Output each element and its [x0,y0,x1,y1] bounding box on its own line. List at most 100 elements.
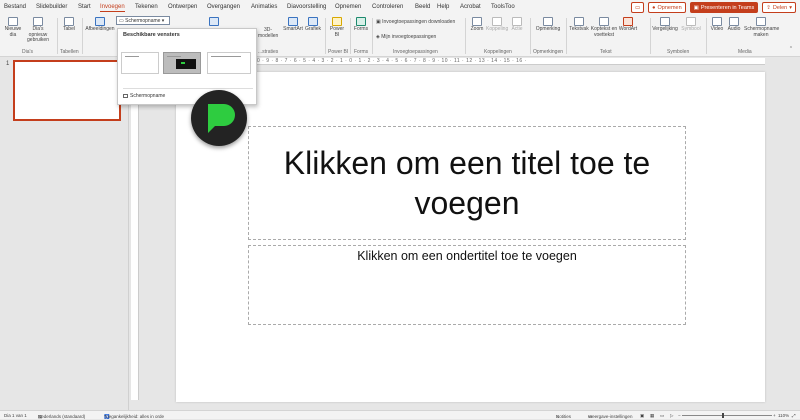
screen-clipping-icon [123,94,128,98]
comment-button[interactable]: ▭ [630,2,645,13]
power-bi-button[interactable]: Power BI [328,17,346,38]
tab-controleren[interactable]: Controleren [372,4,403,10]
notes-label: Notities [556,414,572,419]
wordart-label: WordArt [618,26,638,32]
symbol-label: Symbool [681,26,701,32]
slide-canvas[interactable]: Klikken om een titel toe te voegen Klikk… [176,72,765,402]
available-windows-header: Beschikbare vensters [123,32,180,38]
group-label-dias: Dia's [22,49,33,55]
chart-button[interactable]: Grafiek [304,17,322,33]
window-thumbnail[interactable] [121,52,159,74]
tab-tekenen[interactable]: Tekenen [135,4,158,10]
action-button[interactable]: Actie [509,17,525,33]
link-button[interactable]: Koppeling [486,17,508,33]
group-divider [325,18,326,54]
symbol-button[interactable]: Symbool [680,17,702,33]
chevron-up-icon: ⌃ [788,46,794,52]
forms-label: Forms [353,26,369,32]
group-label-forms: Forms [354,49,369,55]
chart-label: Grafiek [304,26,322,32]
reuse-slides-label: Dia's opnieuw gebruiken [27,26,49,43]
zoom-slider-thumb[interactable] [722,413,724,418]
smartart-label: SmartArt [283,26,303,32]
new-slide-icon [8,17,18,26]
slide-sorter-icon[interactable]: ▦ [650,413,654,419]
zoom-slider[interactable] [682,413,772,418]
title-placeholder[interactable]: Klikken om een titel toe te voegen [248,126,686,240]
tab-acrobat[interactable]: Acrobat [460,4,481,10]
screen-recording-label: Schermopname maken [744,26,780,38]
tab-invoegen[interactable]: Invoegen [100,4,125,12]
group-label-invoegtoepassingen: Invoegtoepassingen [393,49,438,55]
tab-slidebuilder[interactable]: Slidebuilder [36,4,67,10]
audio-icon [729,17,739,26]
my-addins-label: Mijn invoegtoepassingen [381,34,437,40]
subtitle-placeholder[interactable]: Klikken om een ondertitel toe te voegen [248,245,686,325]
header-footer-button[interactable]: Koptekst en voettekst [590,17,618,38]
vertical-ruler[interactable] [131,66,139,400]
group-label-media: Media [738,49,752,55]
new-slide-button[interactable]: Nieuwe dia [3,17,23,38]
equation-button[interactable]: Vergelijking [652,17,678,33]
collapse-ribbon-button[interactable]: ⌃ [786,46,796,53]
audio-label: Audio [727,26,741,32]
reuse-slides-icon [33,17,43,26]
screen-recording-button[interactable]: Schermopname maken [744,17,780,38]
fit-slide-icon[interactable]: ⤢ [792,413,796,418]
action-icon [512,17,522,26]
tab-beeld[interactable]: Beeld [415,4,430,10]
video-button[interactable]: Video [709,17,725,33]
group-label-opmerkingen: Opmerkingen [533,49,564,55]
get-addins-button[interactable]: ▣ Invoegtoepassingen downloaden [376,19,456,26]
window-thumbnail[interactable] [163,52,201,74]
group-label-illustraties: ...straties [258,49,279,55]
table-button[interactable]: Tabel [60,17,78,33]
smartart-button[interactable]: SmartArt [282,17,304,33]
chart-icon [308,17,318,26]
tab-start[interactable]: Start [78,4,91,10]
zoom-level[interactable]: 110% [778,413,789,418]
new-slide-label: Nieuwe dia [4,26,22,38]
horizontal-ruler[interactable]: · 16 · 15 · 14 · 13 · 12 · 11 · 10 · 9 ·… [175,58,765,65]
group-divider [566,18,567,54]
shapes-icon [209,17,219,26]
comment-insert-button[interactable]: Opmerking [533,17,563,33]
tab-ontwerpen[interactable]: Ontwerpen [168,4,197,10]
power-bi-label: Power BI [329,26,345,38]
group-label-power-bi: Power BI [328,49,349,55]
shapes-button[interactable] [205,17,223,27]
3d-models-button[interactable]: 3D-modellen [258,27,278,39]
zoom-in-icon[interactable]: + [773,413,776,418]
slideshow-icon[interactable]: ▷ [670,413,673,419]
record-button[interactable]: ● Opnemen [648,2,686,13]
tab-overgangen[interactable]: Overgangen [207,4,240,10]
my-addins-button[interactable]: ◈ Mijn invoegtoepassingen [376,34,437,41]
screenshot-dropdown[interactable]: ▭ Schermopname ▾ [116,16,170,25]
pictures-button[interactable]: Afbeeldingen [85,17,115,33]
reading-view-icon[interactable]: ▭ [660,413,664,419]
reuse-slides-button[interactable]: Dia's opnieuw gebruiken [24,17,52,44]
zoom-label: Zoom [470,26,484,32]
slide-thumbnail[interactable] [13,60,121,121]
tab-help[interactable]: Help [437,4,449,10]
tab-bestand[interactable]: Bestand [4,4,26,10]
forms-button[interactable]: Forms [353,17,369,33]
video-icon [712,17,722,26]
normal-view-icon[interactable]: ▣ [640,413,644,419]
audio-button[interactable]: Audio [726,17,742,33]
get-addins-label: Invoegtoepassingen downloaden [382,19,456,25]
present-in-teams-button[interactable]: ▣ Presenteren in Teams [689,2,759,13]
tab-animaties[interactable]: Animaties [251,4,277,10]
tab-opnemen[interactable]: Opnemen [335,4,361,10]
share-button[interactable]: ⇪ Delen ▾ [762,2,796,13]
group-divider [706,18,707,54]
zoom-button[interactable]: Zoom [468,17,486,33]
tab-toolstoo[interactable]: ToolsToo [491,4,515,10]
window-thumbnail[interactable] [207,52,251,74]
wordart-button[interactable]: WordArt [618,17,638,33]
tab-diavoorstelling[interactable]: Diavoorstelling [287,4,326,10]
screen-clipping-option[interactable]: Schermopname [123,93,165,99]
zoom-out-icon[interactable]: − [678,413,681,418]
language-label: Nederlands (standaard) [38,414,86,419]
textbox-button[interactable]: Tekstvak [568,17,590,33]
